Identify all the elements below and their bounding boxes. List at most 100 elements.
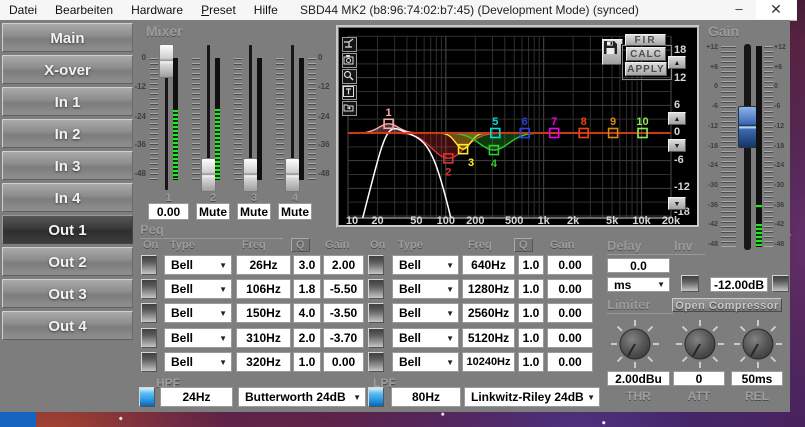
out-gain-toggle[interactable] xyxy=(772,275,789,292)
peq-on-toggle[interactable] xyxy=(141,255,157,275)
peq-on-toggle[interactable] xyxy=(141,328,157,348)
mixer-fader-handle-1[interactable] xyxy=(159,44,174,78)
sidebar-item-out3[interactable]: Out 3 xyxy=(2,279,133,308)
peq-freq-field[interactable]: 640Hz xyxy=(462,255,515,275)
peq-freq-field[interactable]: 2560Hz xyxy=(462,303,515,323)
mixer-mute-button-2[interactable]: Mute xyxy=(196,203,230,220)
peq-q-field[interactable]: 2.0 xyxy=(293,328,321,348)
thr-value-display[interactable]: 2.00dBu xyxy=(607,371,670,386)
shift-up-button[interactable]: ▲ xyxy=(668,112,686,125)
sidebar-item-in1[interactable]: In 1 xyxy=(2,87,133,116)
peq-freq-field[interactable]: 26Hz xyxy=(236,255,291,275)
peq-q-field[interactable]: 1.0 xyxy=(293,352,321,372)
apply-button[interactable]: APPLY xyxy=(625,62,667,76)
peq-freq-field[interactable]: 10240Hz xyxy=(462,352,515,372)
peq-on-toggle[interactable] xyxy=(368,352,384,372)
inv-toggle[interactable] xyxy=(681,275,699,292)
peq-type-select[interactable]: Bell▼ xyxy=(164,303,232,323)
peq-q-field[interactable]: 3.0 xyxy=(293,255,321,275)
sidebar-item-out1[interactable]: Out 1 xyxy=(2,215,133,244)
peq-freq-field[interactable]: 5120Hz xyxy=(462,328,515,348)
peq-type-select[interactable]: Bell▼ xyxy=(164,328,232,348)
menu-datei[interactable]: Datei xyxy=(0,0,46,20)
peq-freq-field[interactable]: 320Hz xyxy=(236,352,291,372)
lpf-toggle[interactable] xyxy=(368,387,384,407)
close-button[interactable]: ✕ xyxy=(756,0,796,19)
hpf-toggle[interactable] xyxy=(139,387,155,407)
peq-on-toggle[interactable] xyxy=(368,255,384,275)
peq-freq-field[interactable]: 310Hz xyxy=(236,328,291,348)
peq-type-select[interactable]: Bell▼ xyxy=(392,352,459,372)
scale-up-button[interactable]: ▲ xyxy=(668,56,686,69)
peq-gain-field[interactable]: 0.00 xyxy=(323,352,364,372)
peq-type-select[interactable]: Bell▼ xyxy=(164,279,232,299)
gain-fader-handle[interactable] xyxy=(738,106,757,148)
peq-gain-field[interactable]: 0.00 xyxy=(547,352,593,372)
minimize-button[interactable]: – xyxy=(722,0,756,19)
menu-preset[interactable]: Preset xyxy=(192,0,245,20)
lpf-type-select[interactable]: Linkwitz-Riley 24dB▼ xyxy=(464,387,600,407)
open-folder-icon[interactable] xyxy=(342,101,357,116)
peq-q-field[interactable]: 1.0 xyxy=(518,255,544,275)
peq-type-select[interactable]: Bell▼ xyxy=(164,255,232,275)
delay-unit-select[interactable]: ms▼ xyxy=(607,277,670,292)
peq-gain-field[interactable]: -5.50 xyxy=(323,279,364,299)
sidebar-item-out4[interactable]: Out 4 xyxy=(2,311,133,340)
camera-icon[interactable] xyxy=(342,53,357,68)
peq-on-toggle[interactable] xyxy=(141,352,157,372)
mixer-fader-handle-4[interactable] xyxy=(285,158,300,192)
peq-q-field[interactable]: 1.0 xyxy=(518,328,544,348)
open-compressor-button[interactable]: Open Compressor xyxy=(672,298,782,312)
sidebar-item-in2[interactable]: In 2 xyxy=(2,119,133,148)
peq-on-toggle[interactable] xyxy=(368,279,384,299)
calc-button[interactable]: CALC xyxy=(626,47,666,61)
peq-gain-field[interactable]: -3.70 xyxy=(323,328,364,348)
peq-gain-field[interactable]: -3.50 xyxy=(323,303,364,323)
delay-value-field[interactable]: 0.0 xyxy=(607,258,670,273)
sidebar-item-out2[interactable]: Out 2 xyxy=(2,247,133,276)
exit-fullscreen-icon[interactable] xyxy=(342,37,357,52)
menu-hardware[interactable]: Hardware xyxy=(122,0,192,20)
peq-on-toggle[interactable] xyxy=(368,303,384,323)
rel-value-display[interactable]: 50ms xyxy=(731,371,783,386)
sidebar-item-in3[interactable]: In 3 xyxy=(2,151,133,180)
hpf-type-select[interactable]: Butterworth 24dB▼ xyxy=(238,387,366,407)
sidebar-item-main[interactable]: Main xyxy=(2,23,133,52)
peq-on-toggle[interactable] xyxy=(141,279,157,299)
peq-freq-field[interactable]: 106Hz xyxy=(236,279,291,299)
peq-q-field[interactable]: 1.0 xyxy=(518,303,544,323)
peq-freq-field[interactable]: 1280Hz xyxy=(462,279,515,299)
mixer-mute-button-3[interactable]: Mute xyxy=(237,203,271,220)
text-icon[interactable] xyxy=(342,85,357,100)
sidebar-item-xover[interactable]: X-over xyxy=(2,55,133,84)
peq-on-toggle[interactable] xyxy=(368,328,384,348)
menu-bearbeiten[interactable]: Bearbeiten xyxy=(46,0,122,20)
rel-knob[interactable] xyxy=(733,319,783,369)
peq-freq-field[interactable]: 150Hz xyxy=(236,303,291,323)
menu-hilfe[interactable]: Hilfe xyxy=(245,0,287,20)
mixer-mute-button-4[interactable]: Mute xyxy=(278,203,312,220)
peq-gain-field[interactable]: 0.00 xyxy=(547,255,593,275)
thr-knob[interactable] xyxy=(610,319,660,369)
peq-q-field[interactable]: 1.0 xyxy=(518,352,544,372)
peq-gain-field[interactable]: 0.00 xyxy=(547,279,593,299)
shift-down-button[interactable]: ▼ xyxy=(668,139,686,152)
out-gain-display[interactable]: -12.00dB xyxy=(710,277,768,292)
mixer-fader-handle-2[interactable] xyxy=(201,158,216,192)
peq-type-select[interactable]: Bell▼ xyxy=(392,255,459,275)
peq-gain-field[interactable]: 0.00 xyxy=(547,303,593,323)
save-icon[interactable] xyxy=(602,39,623,65)
peq-on-toggle[interactable] xyxy=(141,303,157,323)
att-value-display[interactable]: 0 xyxy=(673,371,725,386)
peq-type-select[interactable]: Bell▼ xyxy=(164,352,232,372)
zoom-icon[interactable] xyxy=(342,69,357,84)
peq-gain-field[interactable]: 0.00 xyxy=(547,328,593,348)
eq-graph[interactable]: 123456789101020501002005001k2k5k10k20k F… xyxy=(336,25,700,228)
peq-type-select[interactable]: Bell▼ xyxy=(392,303,459,323)
mixer-gain-display-1[interactable]: 0.00 xyxy=(148,203,189,220)
peq-type-select[interactable]: Bell▼ xyxy=(392,279,459,299)
scale-down-button[interactable]: ▼ xyxy=(668,197,686,210)
fir-button[interactable]: FIR xyxy=(625,34,666,46)
peq-gain-field[interactable]: 2.00 xyxy=(323,255,364,275)
mixer-fader-handle-3[interactable] xyxy=(243,158,258,192)
